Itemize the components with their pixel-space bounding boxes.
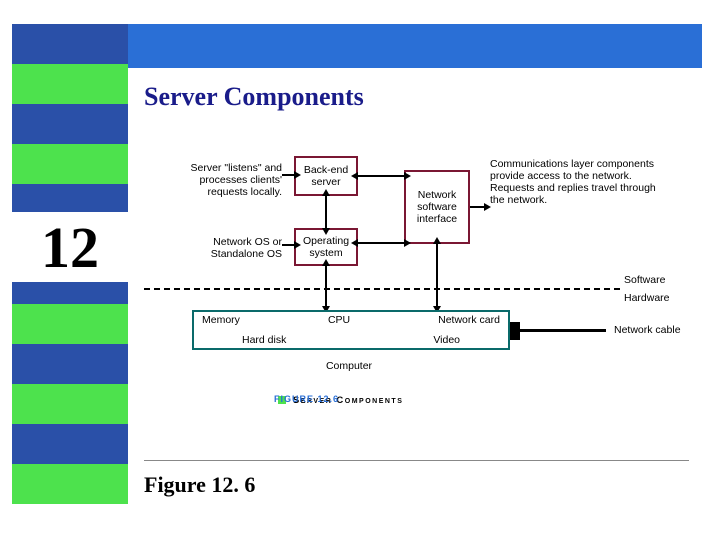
page-title: Server Components <box>144 82 364 112</box>
figure-label: FIGURE 12.6 Server Components <box>274 394 403 406</box>
diagram-area: Server "listens" and processes clients' … <box>144 150 704 450</box>
box-nsi: Network software interface <box>404 170 470 244</box>
arrow-nsi-comms <box>470 206 484 208</box>
figure-number: FIGURE 12.6 <box>274 394 339 404</box>
chapter-number: 12 <box>0 212 140 282</box>
arrow-os-nsi <box>358 242 404 244</box>
arrow-backend-nsi <box>358 175 404 177</box>
label-software: Software <box>624 274 665 286</box>
cable-plug-icon <box>510 322 520 340</box>
annotation-netos: Network OS or Standalone OS <box>186 236 282 260</box>
annotation-comms: Communications layer components provide … <box>490 158 656 206</box>
box-hardware: Memory CPU Network card Hard disk Video <box>192 310 510 350</box>
arrow-netos-os <box>282 244 294 246</box>
arrow-nsi-hw <box>436 244 438 306</box>
arrow-listen-backend <box>282 174 294 176</box>
annotation-listen: Server "listens" and processes clients' … <box>174 162 282 198</box>
hw-memory: Memory <box>202 314 240 326</box>
dashed-divider <box>144 288 620 290</box>
arrow-os-hw <box>325 266 327 306</box>
label-computer: Computer <box>304 360 394 372</box>
hw-hdd: Hard disk <box>242 334 286 346</box>
caption-bottom: Figure 12. 6 <box>144 472 255 498</box>
bottom-divider <box>144 460 689 461</box>
arrow-backend-os <box>325 196 327 228</box>
hw-netcard: Network card <box>438 314 500 326</box>
hw-cpu: CPU <box>328 314 350 326</box>
label-hardware: Hardware <box>624 292 670 304</box>
label-cable: Network cable <box>614 324 681 336</box>
hw-video: Video <box>433 334 460 346</box>
cable-line <box>520 329 606 332</box>
